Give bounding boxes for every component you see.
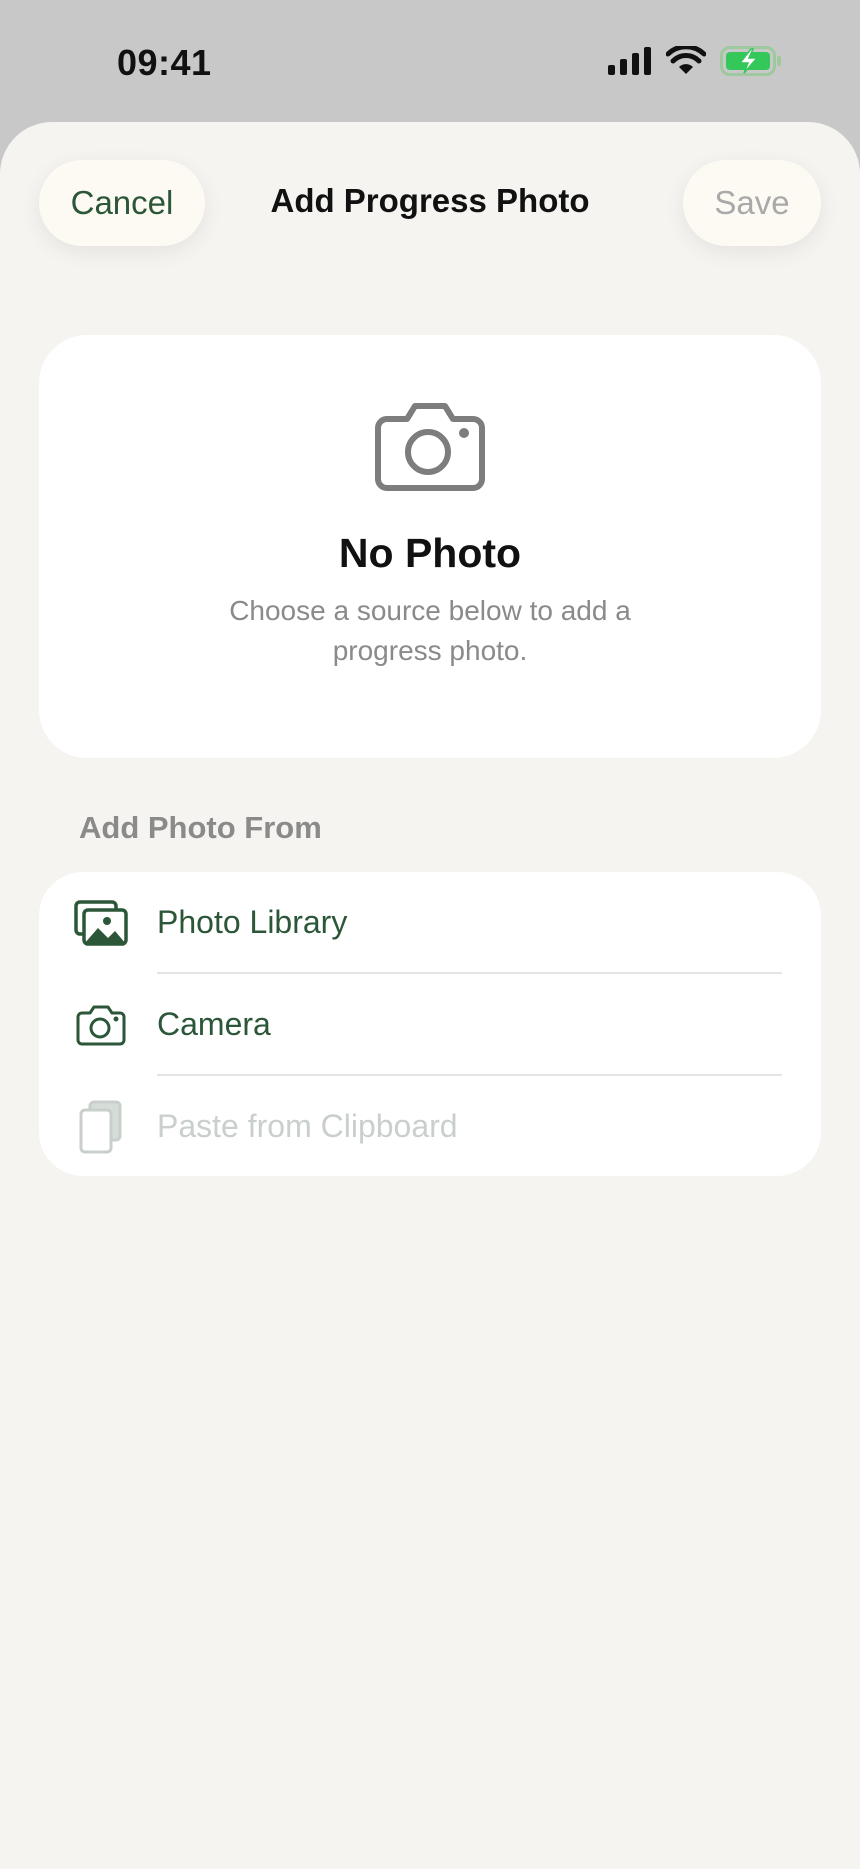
photo-source-list: Photo Library Camera Paste from Clipboar… [39, 872, 821, 1176]
wifi-icon [665, 43, 707, 81]
status-icons [608, 43, 782, 81]
empty-state-subtitle: Choose a source below to add a progress … [229, 595, 631, 666]
camera-icon [373, 401, 487, 496]
photo-library-icon [74, 896, 128, 950]
signal-icon [608, 46, 652, 80]
photo-preview-card: No Photo Choose a source below to add a … [39, 335, 821, 758]
paste-from-clipboard-option[interactable]: Paste from Clipboard [39, 1076, 821, 1176]
photo-library-option[interactable]: Photo Library [39, 872, 821, 973]
clipboard-icon [74, 1100, 128, 1154]
paste-from-clipboard-label: Paste from Clipboard [157, 1108, 458, 1144]
photo-library-label: Photo Library [157, 904, 348, 940]
section-header: Add Photo From [79, 810, 322, 845]
camera-option[interactable]: Camera [39, 974, 821, 1075]
battery-charging-icon [720, 45, 782, 81]
camera-icon [74, 998, 128, 1052]
cancel-button[interactable]: Cancel [39, 160, 205, 246]
status-bar: 09:41 [0, 0, 860, 122]
status-time: 09:41 [117, 42, 212, 83]
empty-state-title: No Photo [338, 530, 522, 576]
add-photo-sheet: Cancel Add Progress Photo Save No Photo … [0, 122, 860, 1869]
save-button[interactable]: Save [683, 160, 821, 246]
camera-label: Camera [157, 1006, 271, 1042]
